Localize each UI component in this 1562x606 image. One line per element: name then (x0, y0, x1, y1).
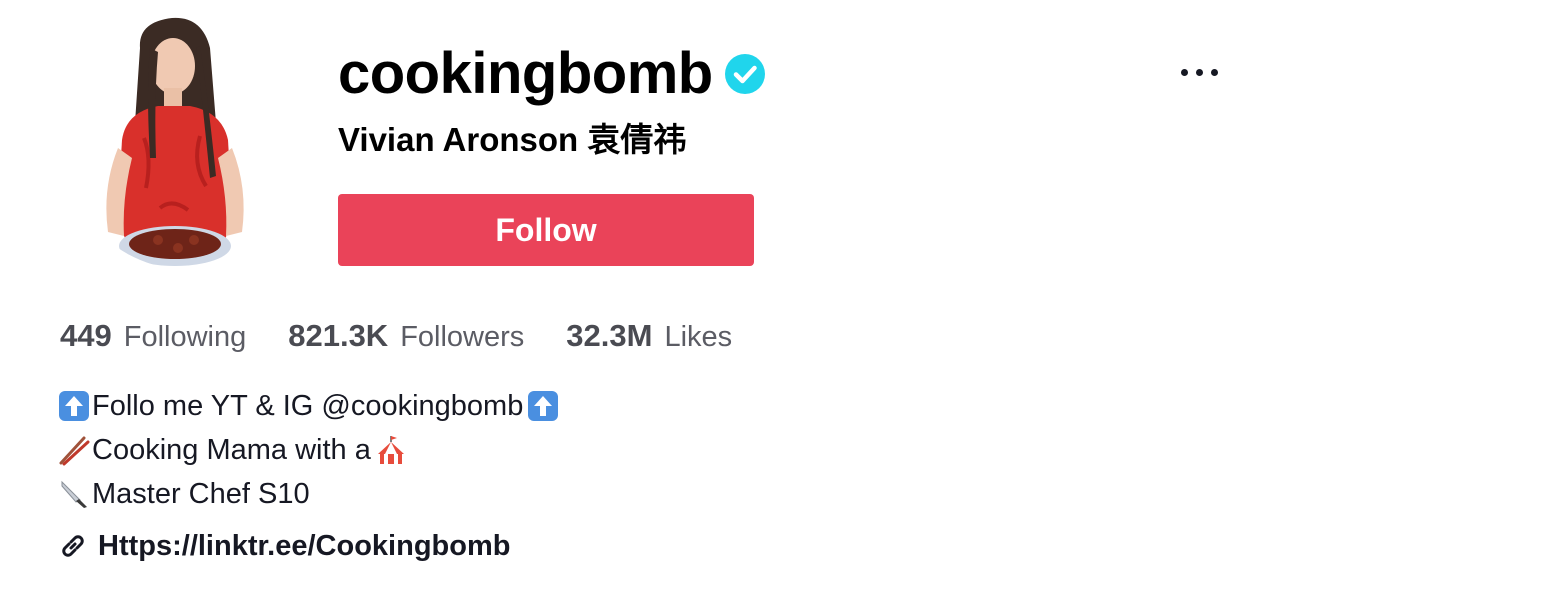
more-horizontal-icon (1180, 68, 1188, 76)
username: cookingbomb (338, 41, 713, 106)
up-arrow-emoji-icon (527, 390, 559, 422)
avatar-photo (106, 17, 244, 266)
bio: Follo me YT & IG @cookingbomb Cooking Ma… (58, 384, 559, 516)
stat-value: 32.3M (566, 318, 653, 353)
more-dot (1210, 68, 1218, 76)
profile-stats: 449 Following 821.3K Followers 32.3M Lik… (60, 318, 774, 362)
link-icon (62, 535, 84, 557)
stat-following[interactable]: 449 Following (60, 318, 246, 354)
profile-link[interactable]: Https://linktr.ee/Cookingbomb (58, 524, 510, 568)
stat-value: 821.3K (288, 318, 389, 353)
chopsticks-emoji-icon (58, 434, 90, 466)
stat-followers[interactable]: 821.3K Followers (288, 318, 524, 354)
link-text[interactable]: Https://linktr.ee/Cookingbomb (98, 530, 510, 563)
bio-text: Follo me YT & IG @cookingbomb (92, 389, 524, 422)
stat-label: Followers (400, 321, 525, 353)
up-arrow-emoji-icon (58, 390, 90, 422)
bio-line: Master Chef S10 (58, 472, 559, 516)
avatar[interactable] (60, 8, 320, 270)
bio-line: Follo me YT & IG @cookingbomb (58, 384, 559, 428)
stat-label: Following (123, 321, 247, 353)
stat-likes[interactable]: 32.3M Likes (566, 318, 732, 354)
bio-line: Cooking Mama with a (58, 428, 559, 472)
profile-header: cookingbomb Vivian Aronson 袁倩祎 Follow 44… (0, 0, 1562, 606)
more-options-button[interactable] (1172, 58, 1226, 86)
follow-button[interactable]: Follow (338, 194, 754, 266)
nickname: Vivian Aronson 袁倩祎 (338, 121, 687, 158)
verified-badge-icon (724, 54, 765, 94)
kitchen-knife-emoji-icon (58, 478, 90, 510)
stat-value: 449 (60, 318, 112, 353)
stat-label: Likes (664, 321, 733, 353)
bio-text: Master Chef S10 (92, 477, 310, 510)
circus-tent-emoji-icon (375, 434, 407, 466)
username-row: cookingbomb (338, 38, 765, 110)
bio-text: Cooking Mama with a (92, 433, 371, 466)
more-dot (1195, 68, 1203, 76)
